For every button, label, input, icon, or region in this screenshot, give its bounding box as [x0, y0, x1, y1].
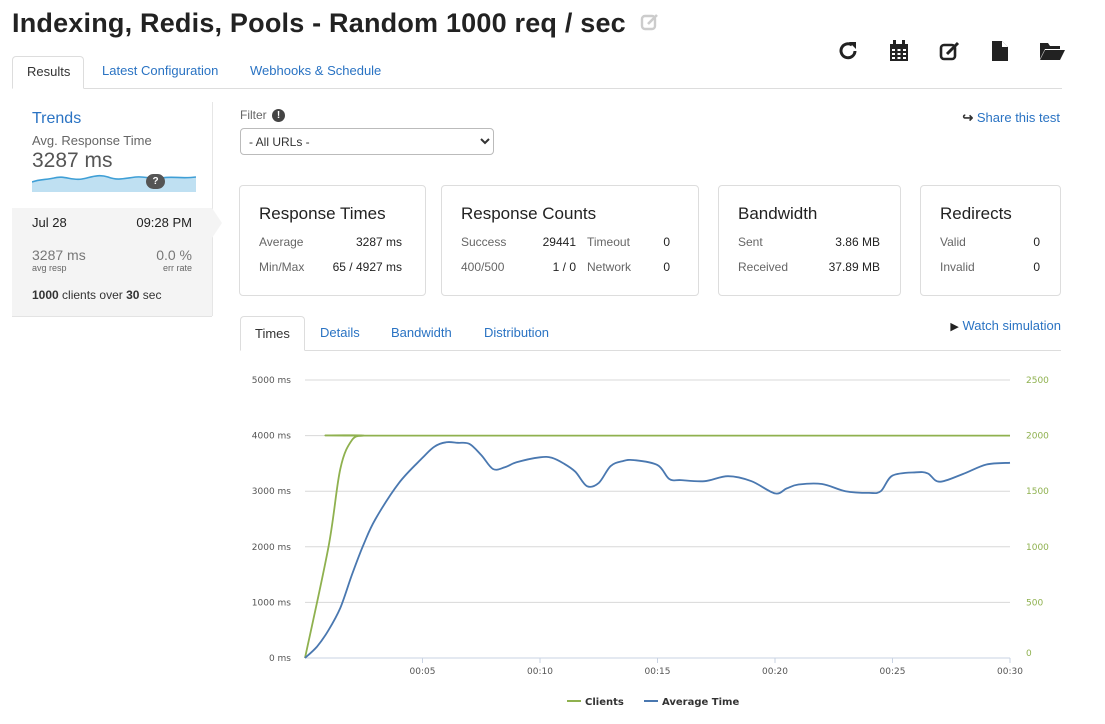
invalid-label: Invalid: [940, 260, 975, 274]
tab-results[interactable]: Results: [12, 56, 84, 89]
chart-tab-bar: Times Details Bandwidth Distribution: [240, 316, 1061, 351]
avg-resp-caption: avg resp: [32, 263, 67, 273]
average-value: 3287 ms: [355, 235, 402, 249]
run-date: Jul 28: [32, 215, 67, 230]
err-rate-value: 0.0 %: [156, 247, 192, 263]
tab-times[interactable]: Times: [240, 316, 305, 351]
y-left-tick-label: 0 ms: [269, 654, 291, 664]
y-left-tick-label: 2000 ms: [252, 543, 292, 553]
card-title: Response Times: [259, 204, 386, 223]
x-tick-label: 00:15: [645, 667, 671, 677]
success-label: Success: [461, 235, 507, 249]
top-tab-bar: Results Latest Configuration Webhooks & …: [12, 56, 1062, 89]
card-title: Redirects: [940, 204, 1012, 223]
avg-response-label: Avg. Response Time: [32, 133, 152, 148]
avg-resp-value: 3287 ms: [32, 247, 86, 263]
legend-label: Average Time: [662, 697, 739, 708]
filter-info-icon[interactable]: !: [272, 109, 286, 123]
x-tick-label: 00:30: [997, 667, 1023, 677]
sent-label: Sent: [738, 235, 763, 249]
average-time-series-line: [304, 441, 1011, 659]
help-badge[interactable]: ?: [146, 174, 165, 189]
average-label: Average: [259, 235, 304, 249]
y-left-tick-label: 4000 ms: [252, 432, 292, 442]
duration-value: 30: [126, 288, 140, 302]
duration-unit: sec: [142, 288, 162, 302]
tab-bandwidth[interactable]: Bandwidth: [377, 316, 466, 350]
clients-count: 1000: [32, 288, 59, 302]
redirects-card: Redirects Valid 0 Invalid 0: [920, 185, 1061, 296]
watch-simulation-link[interactable]: ▶ Watch simulation: [950, 318, 1061, 333]
y-left-tick-label: 1000 ms: [252, 598, 292, 608]
run-info-box[interactable]: Jul 28 09:28 PM 3287 ms avg resp 0.0 % e…: [12, 208, 222, 317]
y-right-tick-label: 2000: [1026, 432, 1049, 442]
clients-summary: 1000 clients over 30 sec: [32, 288, 161, 302]
clients-text: clients over: [62, 288, 123, 302]
valid-label: Valid: [940, 235, 966, 249]
page-title-text: Indexing, Redis, Pools - Random 1000 req…: [12, 8, 626, 38]
sent-value: 3.86 MB: [835, 235, 880, 249]
share-icon: ↪: [962, 110, 974, 125]
invalid-value: 0: [1033, 260, 1040, 274]
minmax-label: Min/Max: [259, 260, 305, 274]
y-right-tick-label: 2500: [1026, 376, 1049, 386]
trends-sidebar: Trends Avg. Response Time 3287 ms ? Jul …: [12, 102, 222, 317]
x-tick-label: 00:20: [762, 667, 788, 677]
watch-label: Watch simulation: [962, 318, 1062, 333]
tab-webhooks-schedule[interactable]: Webhooks & Schedule: [236, 56, 395, 88]
x-tick-label: 00:05: [410, 667, 436, 677]
y-left-tick-label: 5000 ms: [252, 376, 292, 386]
response-times-card: Response Times Average 3287 ms Min/Max 6…: [239, 185, 426, 296]
y-right-tick-label: 1000: [1026, 543, 1049, 553]
run-time: 09:28 PM: [136, 215, 192, 230]
received-label: Received: [738, 260, 789, 274]
valid-value: 0: [1033, 235, 1040, 249]
page-title: Indexing, Redis, Pools - Random 1000 req…: [12, 8, 660, 39]
err-rate-caption: err rate: [162, 263, 192, 273]
network-label: Network: [587, 260, 632, 274]
x-tick-label: 00:25: [880, 667, 906, 677]
card-title: Response Counts: [461, 204, 597, 223]
card-title: Bandwidth: [738, 204, 818, 223]
y-left-tick-label: 3000 ms: [252, 487, 292, 497]
y-right-tick-label: 1500: [1026, 487, 1049, 497]
share-test-link[interactable]: ↪ Share this test: [962, 110, 1060, 126]
response-counts-card: Response Counts Success 29441 Timeout 0 …: [441, 185, 699, 296]
response-time-chart: 0 ms 0 1000 ms 500 2000 ms 1000 3000 ms 1500 400…: [252, 376, 1049, 708]
bandwidth-card: Bandwidth Sent 3.86 MB Received 37.89 MB: [718, 185, 901, 296]
y-right-tick-label: 0: [1026, 649, 1032, 659]
selected-arrow: [212, 208, 222, 238]
error-value: 1 / 0: [552, 260, 576, 274]
error-label: 400/500: [461, 260, 505, 274]
filter-label: Filter !: [240, 108, 286, 123]
filter-label-text: Filter: [240, 108, 267, 122]
minmax-value: 65 / 4927 ms: [332, 260, 402, 274]
url-filter-select[interactable]: - All URLs -: [240, 128, 494, 155]
received-value: 37.89 MB: [828, 260, 880, 274]
network-value: 0: [663, 260, 670, 274]
edit-title-icon[interactable]: [640, 12, 660, 38]
y-right-tick-label: 500: [1026, 598, 1043, 608]
x-tick-label: 00:10: [527, 667, 553, 677]
success-value: 29441: [542, 235, 576, 249]
tab-distribution[interactable]: Distribution: [470, 316, 563, 350]
trend-sparkline: [31, 170, 197, 197]
timeout-value: 0: [663, 235, 670, 249]
tab-latest-configuration[interactable]: Latest Configuration: [88, 56, 232, 88]
legend-label: Clients: [585, 697, 624, 708]
play-icon: ▶: [950, 321, 959, 333]
tab-details[interactable]: Details: [306, 316, 374, 350]
share-label: Share this test: [976, 110, 1060, 125]
timeout-label: Timeout: [587, 235, 630, 249]
trends-link[interactable]: Trends: [32, 110, 81, 128]
